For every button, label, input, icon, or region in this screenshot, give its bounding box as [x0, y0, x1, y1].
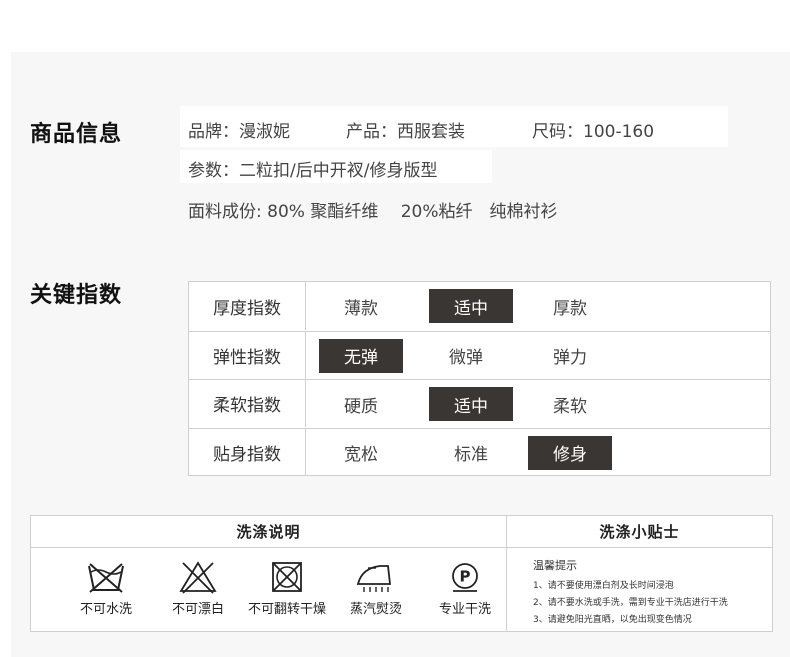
- index-option: 柔软: [553, 396, 587, 417]
- index-option: 微弹: [449, 348, 483, 368]
- index-option: 宽松: [344, 445, 378, 465]
- brand-text: 品牌：漫淑妮: [188, 122, 290, 142]
- care-label: 不可漂白: [171, 602, 224, 617]
- index-row: 柔软指数 硬质 适中 柔软: [189, 379, 770, 427]
- product-text: 产品：西服套装: [346, 122, 465, 142]
- care-label: 专业干洗: [438, 602, 491, 617]
- index-option-selected: 适中: [429, 387, 513, 421]
- svg-text:P: P: [460, 568, 471, 586]
- care-label: 不可水洗: [79, 602, 132, 617]
- tip-item: 3、请避免阳光直晒，以免出现变色情况: [533, 615, 692, 625]
- index-row-label: 柔软指数: [189, 380, 306, 427]
- product-info-title: 商品信息: [30, 122, 123, 147]
- steam-iron-icon: [356, 565, 392, 592]
- no-bleach-icon: [179, 561, 217, 594]
- index-option-selected: 适中: [429, 289, 513, 323]
- washing-table: 洗涤说明 洗涤小贴士 不可水洗 不可漂白 不可翻转干燥 蒸汽熨烫 P 专业干洗 …: [30, 515, 773, 632]
- index-option: 标准: [454, 445, 488, 465]
- tip-item: 2、请不要水洗或手洗，需到专业干洗店进行干洗: [533, 598, 728, 608]
- params-text: 参数：二粒扣/后中开衩/修身版型: [188, 161, 438, 181]
- care-label: 不可翻转干燥: [247, 602, 326, 617]
- washing-title: 洗涤说明: [31, 516, 506, 548]
- tips-title: 洗涤小贴士: [507, 516, 772, 548]
- index-row: 贴身指数 宽松 标准 修身: [189, 427, 770, 476]
- fabric-text: 面料成份: 80% 聚酯纤维 20%粘纤 纯棉衬衫: [188, 202, 558, 222]
- index-option: 硬质: [344, 396, 378, 417]
- care-symbol-no-bleach: 不可漂白: [153, 560, 243, 617]
- index-option-selected: 修身: [528, 435, 612, 470]
- size-text: 尺码：100-160: [532, 122, 655, 142]
- index-row-label: 厚度指数: [189, 282, 306, 330]
- care-symbol-steam-iron: 蒸汽熨烫: [331, 560, 421, 617]
- care-symbol-dry-clean: P 专业干洗: [420, 560, 510, 617]
- index-row: 弹性指数 无弹 微弹 弹力: [189, 330, 770, 379]
- care-symbol-no-wash: 不可水洗: [61, 560, 151, 617]
- no-tumble-dry-icon: [272, 562, 302, 592]
- tips-subtitle: 温馨提示: [533, 559, 577, 572]
- index-row: 厚度指数 薄款 适中 厚款: [189, 282, 770, 330]
- tip-item: 1、请不要使用漂白剂及长时间浸泡: [533, 581, 674, 591]
- key-index-table: 厚度指数 薄款 适中 厚款 弹性指数 无弹 微弹 弹力 柔软指数 硬质 适中 柔软 贴身指数 宽松 标准 修身: [188, 281, 771, 476]
- key-index-title: 关键指数: [30, 283, 123, 308]
- professional-dry-clean-icon: P: [452, 563, 478, 592]
- index-option: 薄款: [344, 298, 378, 319]
- no-wash-icon: [88, 563, 124, 593]
- care-label: 蒸汽熨烫: [349, 602, 402, 617]
- index-row-label: 弹性指数: [189, 331, 306, 379]
- index-row-label: 贴身指数: [189, 428, 306, 476]
- index-option: 厚款: [553, 298, 587, 319]
- care-symbol-no-tumble-dry: 不可翻转干燥: [242, 560, 332, 617]
- index-option: 弹力: [553, 348, 587, 368]
- index-option-selected: 无弹: [319, 338, 403, 373]
